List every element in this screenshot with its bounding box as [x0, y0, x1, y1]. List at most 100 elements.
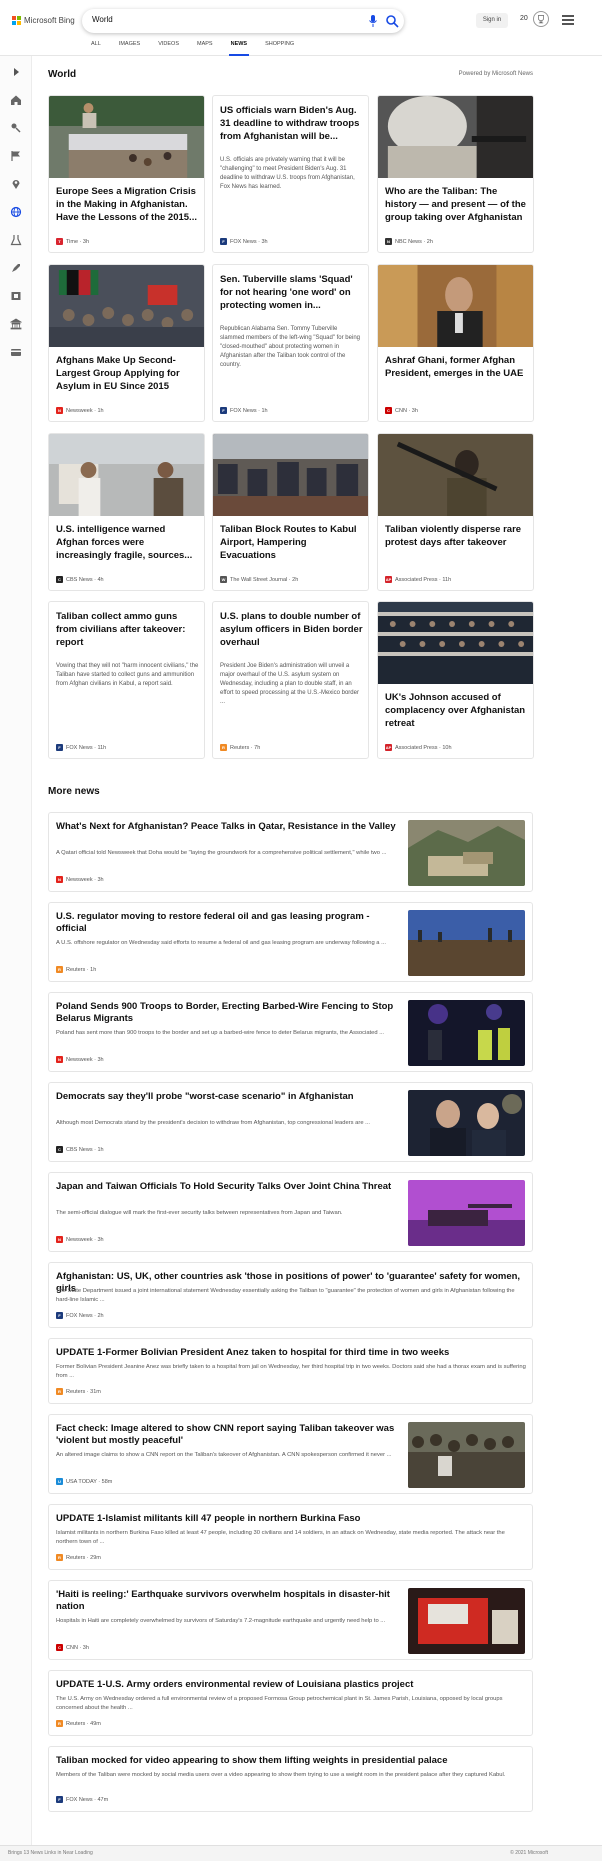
search-box[interactable]: World — [82, 9, 404, 33]
news-card[interactable]: U.S. plans to double number of asylum of… — [212, 601, 369, 759]
more-news-source[interactable]: U USA TODAY · 58m — [56, 1478, 112, 1485]
news-card[interactable]: US officials warn Biden's Aug. 31 deadli… — [212, 95, 369, 253]
more-news-title[interactable]: What's Next for Afghanistan? Peace Talks… — [56, 821, 396, 833]
rocket-icon[interactable] — [10, 262, 22, 274]
flag-icon[interactable] — [10, 150, 22, 162]
more-news-item[interactable]: 'Haiti is reeling:' Earthquake survivors… — [48, 1580, 533, 1660]
menu-icon[interactable] — [562, 15, 574, 25]
news-card-source[interactable]: N Newsweek · 1h — [56, 407, 104, 414]
news-card-source[interactable]: AP Associated Press · 10h — [385, 744, 452, 751]
more-news-title[interactable]: Fact check: Image altered to show CNN re… — [56, 1423, 396, 1447]
news-card-image[interactable] — [378, 434, 533, 516]
more-news-image[interactable] — [408, 1090, 525, 1156]
more-news-item[interactable]: Afghanistan: US, UK, other countries ask… — [48, 1262, 533, 1328]
more-news-item[interactable]: Fact check: Image altered to show CNN re… — [48, 1414, 533, 1494]
rewards-points[interactable]: 20 — [520, 15, 528, 22]
more-news-image[interactable] — [408, 1180, 525, 1246]
news-card-title[interactable]: UK's Johnson accused of complacency over… — [385, 691, 528, 730]
bing-logo[interactable]: Microsoft Bing — [12, 16, 75, 25]
news-card-image[interactable] — [378, 96, 533, 178]
more-news-image[interactable] — [408, 1422, 525, 1488]
news-card-image[interactable] — [49, 265, 204, 347]
more-news-image[interactable] — [408, 910, 525, 976]
search-icon[interactable] — [385, 14, 399, 28]
news-card-image[interactable] — [213, 434, 368, 516]
news-card[interactable]: Afghans Make Up Second-Largest Group App… — [48, 264, 205, 422]
more-news-source[interactable]: R Reuters · 29m — [56, 1554, 101, 1561]
microphone-icon[interactable] — [368, 14, 378, 28]
tab-all[interactable]: ALL — [82, 38, 110, 56]
news-card-image[interactable] — [378, 265, 533, 347]
news-card[interactable]: Europe Sees a Migration Crisis in the Ma… — [48, 95, 205, 253]
news-card-source[interactable]: F FOX News · 11h — [56, 744, 106, 751]
news-card-title[interactable]: Afghans Make Up Second-Largest Group App… — [56, 354, 199, 393]
more-news-item[interactable]: UPDATE 1-Islamist militants kill 47 peop… — [48, 1504, 533, 1570]
card-icon[interactable] — [10, 346, 22, 358]
more-news-image[interactable] — [408, 820, 525, 886]
news-card[interactable]: Sen. Tuberville slams 'Squad' for not he… — [212, 264, 369, 422]
news-card-title[interactable]: Who are the Taliban: The history — and p… — [385, 185, 528, 224]
news-card-title[interactable]: Taliban violently disperse rare protest … — [385, 523, 528, 549]
news-card[interactable]: Taliban violently disperse rare protest … — [377, 433, 534, 591]
more-news-source[interactable]: R Reuters · 1h — [56, 966, 96, 973]
more-news-title[interactable]: UPDATE 1-Islamist militants kill 47 peop… — [56, 1513, 526, 1525]
more-news-item[interactable]: UPDATE 1-Former Bolivian President Anez … — [48, 1338, 533, 1404]
globe-icon[interactable] — [10, 206, 22, 218]
sports-icon[interactable] — [10, 122, 22, 134]
news-card-source[interactable]: R Reuters · 7h — [220, 744, 260, 751]
tab-maps[interactable]: MAPS — [188, 38, 222, 56]
sign-in-button[interactable]: Sign in — [476, 13, 508, 28]
home-icon[interactable] — [10, 94, 22, 106]
news-card[interactable]: Taliban collect ammo guns from civilians… — [48, 601, 205, 759]
more-news-source[interactable]: C CNN · 3h — [56, 1644, 89, 1651]
more-news-title[interactable]: U.S. regulator moving to restore federal… — [56, 911, 396, 935]
more-news-title[interactable]: UPDATE 1-U.S. Army orders environmental … — [56, 1679, 526, 1691]
news-card-image[interactable] — [49, 434, 204, 516]
news-card-title[interactable]: U.S. intelligence warned Afghan forces w… — [56, 523, 199, 562]
more-news-title[interactable]: Democrats say they'll probe "worst-case … — [56, 1091, 396, 1103]
more-news-source[interactable]: N Newsweek · 3h — [56, 1236, 104, 1243]
powered-by[interactable]: Powered by Microsoft News — [459, 71, 533, 77]
news-card[interactable]: U.S. intelligence warned Afghan forces w… — [48, 433, 205, 591]
news-card-source[interactable]: N NBC News · 2h — [385, 238, 433, 245]
news-card-source[interactable]: W The Wall Street Journal · 2h — [220, 576, 298, 583]
news-card-source[interactable]: F FOX News · 3h — [220, 238, 268, 245]
more-news-source[interactable]: N Newsweek · 3h — [56, 876, 104, 883]
science-icon[interactable] — [10, 234, 22, 246]
chevron-right-icon[interactable] — [10, 66, 22, 78]
more-news-title[interactable]: 'Haiti is reeling:' Earthquake survivors… — [56, 1589, 396, 1613]
more-news-title[interactable]: UPDATE 1-Former Bolivian President Anez … — [56, 1347, 526, 1359]
news-card[interactable]: UK's Johnson accused of complacency over… — [377, 601, 534, 759]
news-card-source[interactable]: C CBS News · 4h — [56, 576, 104, 583]
more-news-title[interactable]: Poland Sends 900 Troops to Border, Erect… — [56, 1001, 396, 1025]
news-card-image[interactable] — [49, 96, 204, 178]
more-news-item[interactable]: Taliban mocked for video appearing to sh… — [48, 1746, 533, 1812]
film-icon[interactable] — [10, 290, 22, 302]
more-news-item[interactable]: UPDATE 1-U.S. Army orders environmental … — [48, 1670, 533, 1736]
more-news-item[interactable]: Poland Sends 900 Troops to Border, Erect… — [48, 992, 533, 1072]
more-news-source[interactable]: R Reuters · 49m — [56, 1720, 101, 1727]
news-card[interactable]: Who are the Taliban: The history — and p… — [377, 95, 534, 253]
more-news-item[interactable]: Japan and Taiwan Officials To Hold Secur… — [48, 1172, 533, 1252]
news-card[interactable]: Taliban Block Routes to Kabul Airport, H… — [212, 433, 369, 591]
news-card-source[interactable]: F FOX News · 1h — [220, 407, 268, 414]
more-news-source[interactable]: R Reuters · 31m — [56, 1388, 101, 1395]
news-card-source[interactable]: T Time · 3h — [56, 238, 89, 245]
tab-shopping[interactable]: SHOPPING — [256, 38, 303, 56]
more-news-source[interactable]: F FOX News · 47m — [56, 1796, 108, 1803]
news-card-image[interactable] — [378, 602, 533, 684]
news-card-title[interactable]: Europe Sees a Migration Crisis in the Ma… — [56, 185, 199, 224]
news-card-title[interactable]: Taliban collect ammo guns from civilians… — [56, 610, 199, 649]
tab-videos[interactable]: VIDEOS — [149, 38, 188, 56]
news-card-title[interactable]: Taliban Block Routes to Kabul Airport, H… — [220, 523, 363, 562]
more-news-source[interactable]: C CBS News · 1h — [56, 1146, 104, 1153]
news-card-source[interactable]: AP Associated Press · 11h — [385, 576, 451, 583]
news-card-title[interactable]: Sen. Tuberville slams 'Squad' for not he… — [220, 273, 363, 312]
news-card-source[interactable]: C CNN · 3h — [385, 407, 418, 414]
news-card-title[interactable]: US officials warn Biden's Aug. 31 deadli… — [220, 104, 363, 143]
more-news-source[interactable]: F FOX News · 2h — [56, 1312, 104, 1319]
more-news-item[interactable]: Democrats say they'll probe "worst-case … — [48, 1082, 533, 1162]
location-pin-icon[interactable] — [10, 178, 22, 190]
rewards-trophy-icon[interactable] — [533, 11, 549, 27]
tab-images[interactable]: IMAGES — [110, 38, 149, 56]
